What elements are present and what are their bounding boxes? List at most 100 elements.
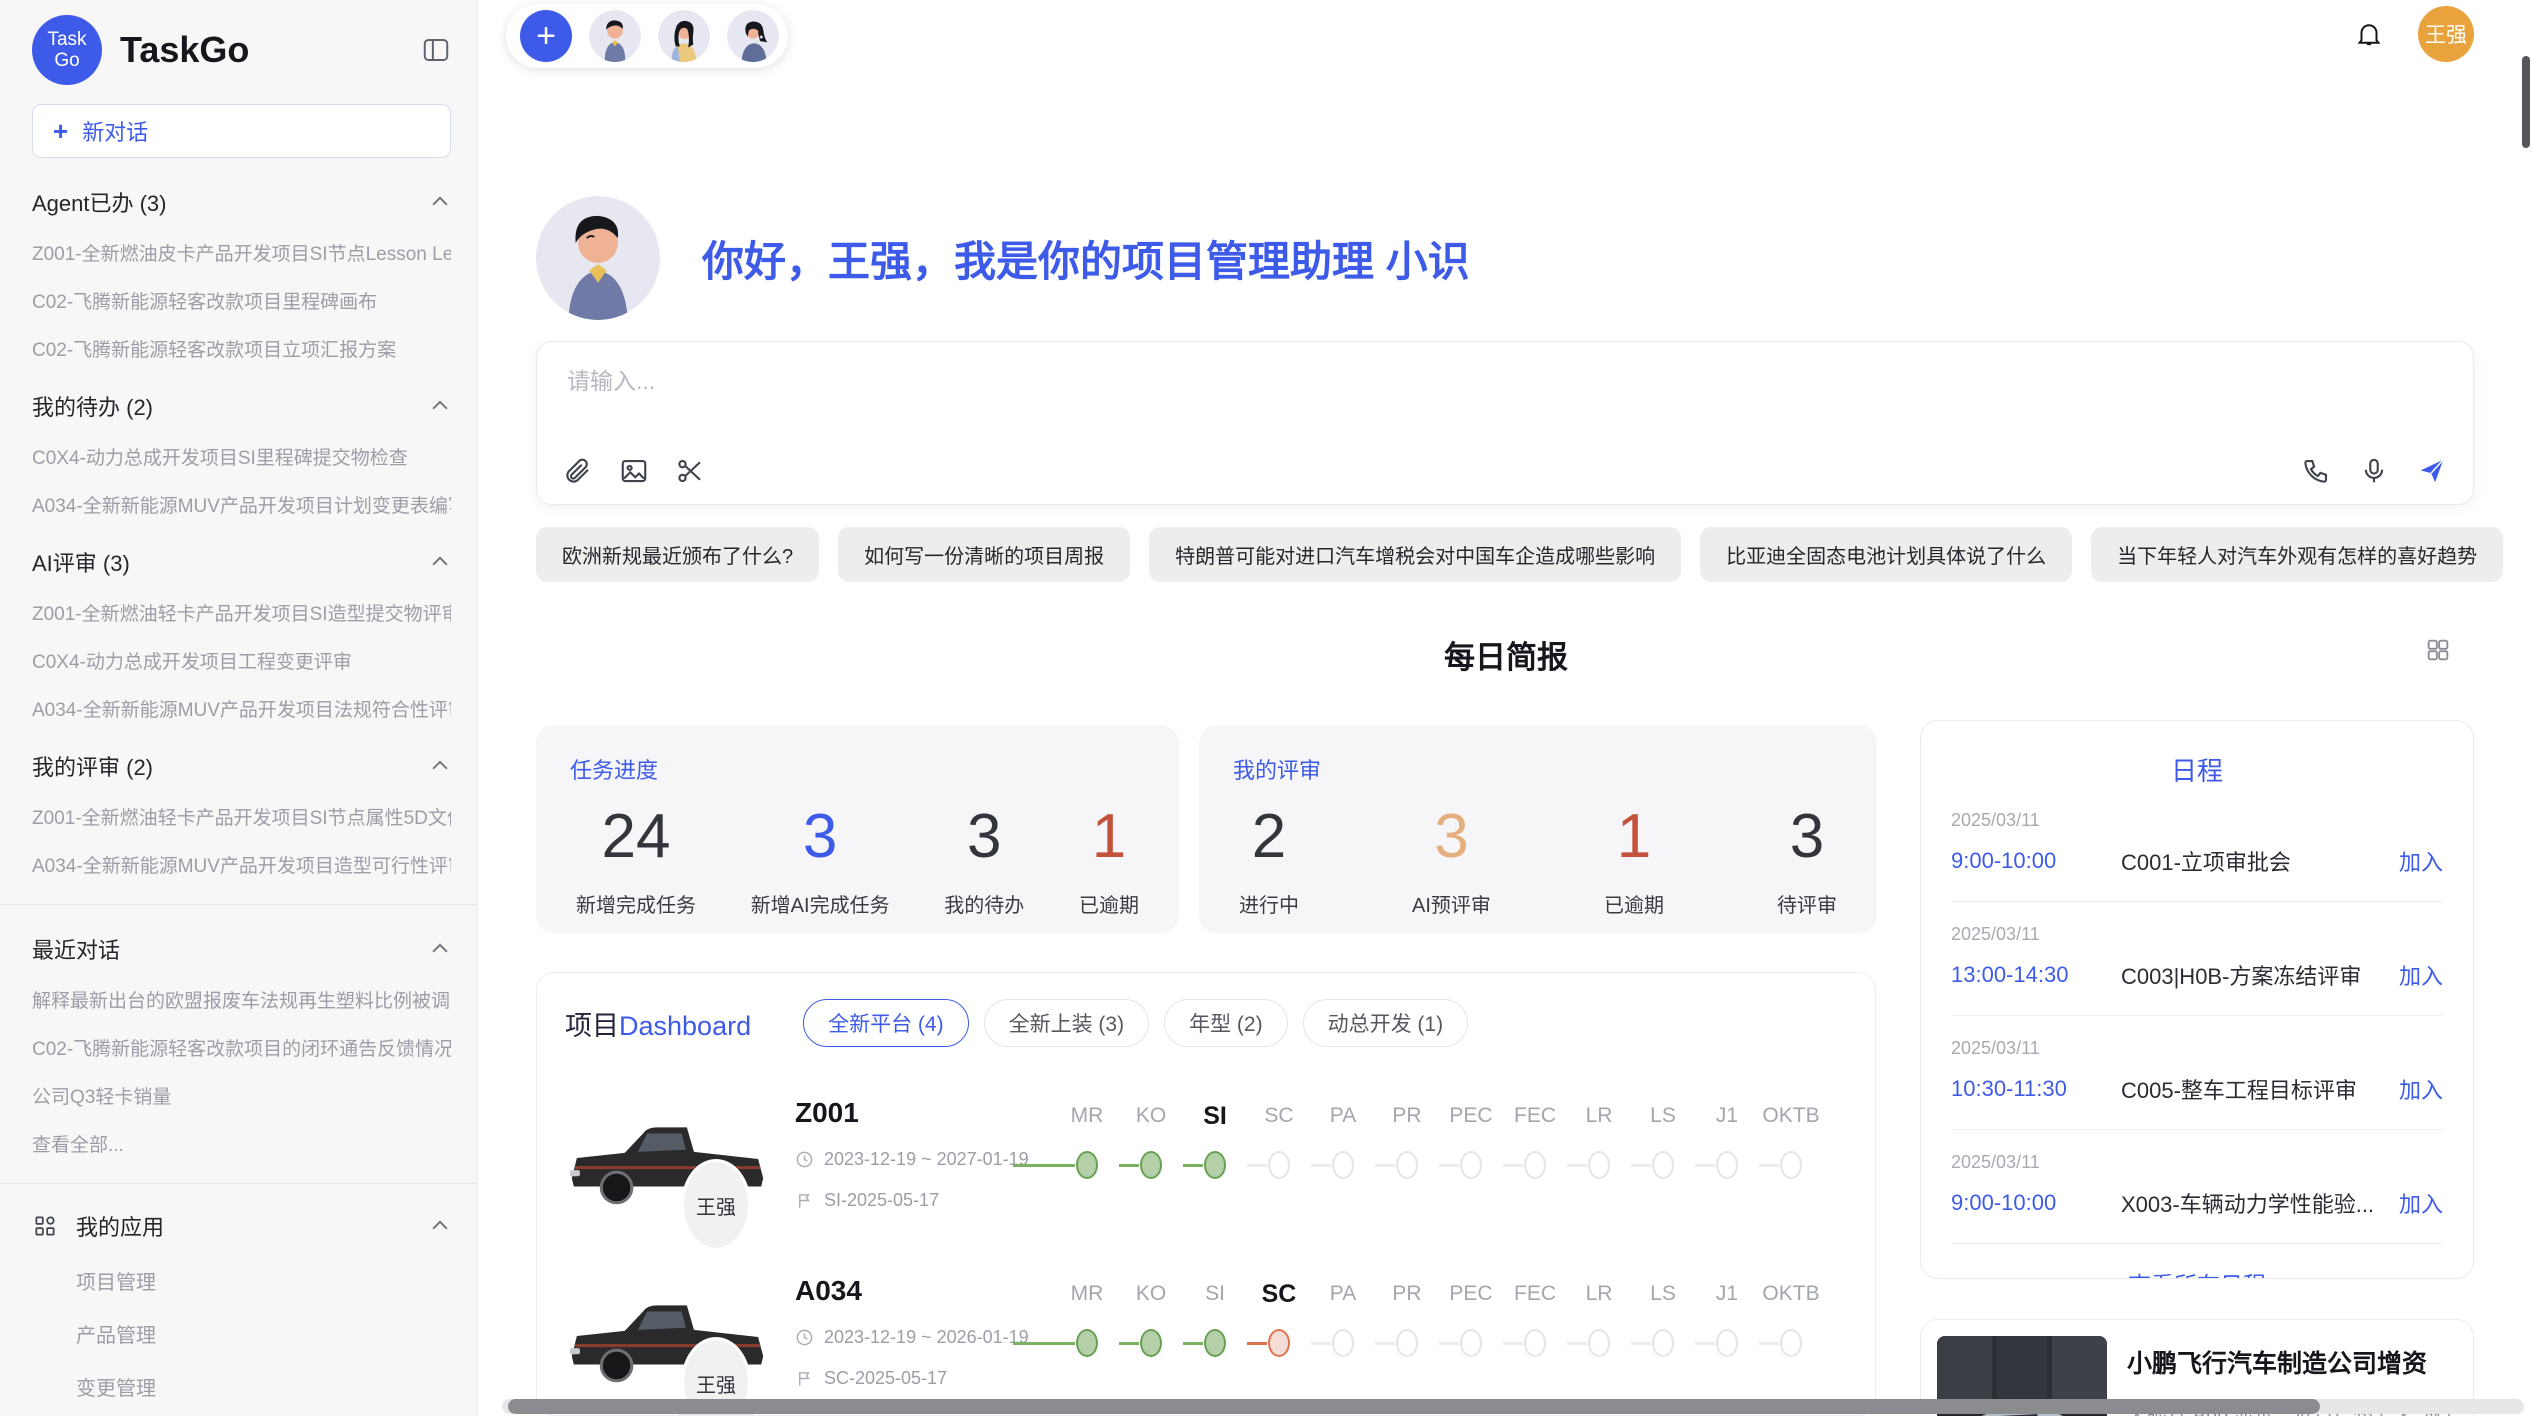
- milestone-dot: [1332, 1151, 1354, 1179]
- notification-bell-icon[interactable]: [2354, 19, 2384, 49]
- sidebar-item[interactable]: Z001-全新燃油皮卡产品开发项目SI节点Lesson Learn报告: [32, 239, 451, 266]
- chat-input[interactable]: [567, 368, 2443, 395]
- schedule-name: C003|H0B-方案冻结评审: [2121, 959, 2389, 991]
- horizontal-scrollbar-thumb[interactable]: [508, 1399, 2320, 1414]
- stat-label: 新增AI完成任务: [751, 889, 890, 918]
- sidebar-item[interactable]: A034-全新新能源MUV产品开发项目计划变更表编写: [32, 491, 451, 518]
- sidebar-item[interactable]: C02-飞腾新能源轻客改款项目的闭环通告反馈情况: [32, 1034, 451, 1061]
- microphone-icon[interactable]: [2359, 456, 2389, 486]
- sidebar-item[interactable]: Z001-全新燃油轻卡产品开发项目SI造型提交物评审: [32, 599, 451, 626]
- suggestion-chip[interactable]: 比亚迪全固态电池计划具体说了什么: [1700, 527, 2072, 582]
- sidebar-item[interactable]: A034-全新新能源MUV产品开发项目造型可行性评审: [32, 851, 451, 878]
- avatar-illustration: [658, 10, 710, 62]
- suggestion-chip[interactable]: 特朗普可能对进口汽车增税会对中国车企造成哪些影响: [1149, 527, 1681, 582]
- milestone-label: KO: [1136, 1277, 1166, 1311]
- add-session-button[interactable]: +: [520, 10, 572, 62]
- layout-grid-icon[interactable]: [2424, 636, 2452, 664]
- view-all-schedule-link[interactable]: 查看所有日程: [1951, 1244, 2443, 1279]
- project-owner-badge: 王强: [681, 1159, 751, 1251]
- composer-left-icons: [563, 456, 705, 486]
- suggestion-chip[interactable]: 欧洲新规最近颁布了什么?: [536, 527, 819, 582]
- project-dates-text: 2023-12-19 ~ 2027-01-19: [824, 1149, 1029, 1170]
- avatar-agent-1[interactable]: [589, 10, 641, 62]
- horizontal-scrollbar-track[interactable]: [502, 1399, 2524, 1414]
- project-row-z001[interactable]: 王强 Z001 2023-12-19 ~ 2027-01-19 SI-2025-…: [565, 1093, 1847, 1253]
- project-row-a034[interactable]: 王强 A034 2023-12-19 ~ 2026-01-19 SC-2025-…: [565, 1271, 1847, 1416]
- avatar-agent-3[interactable]: [727, 10, 779, 62]
- milestone-dot: [1076, 1151, 1098, 1179]
- sidebar-app-item[interactable]: 项目管理: [76, 1266, 451, 1295]
- sidebar-item[interactable]: 公司Q3轻卡销量: [32, 1082, 451, 1109]
- milestone-dot: [1652, 1151, 1674, 1179]
- milestone-label: PEC: [1449, 1099, 1492, 1133]
- tab-new-body[interactable]: 全新上装 (3): [984, 999, 1150, 1047]
- sidebar-item-view-all[interactable]: 查看全部...: [32, 1130, 451, 1157]
- user-avatar[interactable]: 王强: [2418, 6, 2474, 62]
- milestone: OKTB: [1759, 1099, 1823, 1253]
- tab-year-model[interactable]: 年型 (2): [1164, 999, 1288, 1047]
- stat: 1 已逾期: [1079, 795, 1139, 918]
- stat: 24 新增完成任务: [576, 795, 696, 918]
- join-button[interactable]: 加入: [2399, 845, 2443, 877]
- image-icon[interactable]: [619, 456, 649, 486]
- section-title: 最近对话: [32, 933, 120, 965]
- milestone-label: OKTB: [1762, 1277, 1819, 1311]
- sidebar-item[interactable]: 解释最新出台的欧盟报废车法规再生塑料比例被调至15%...: [32, 986, 451, 1013]
- project-flag: SC-2025-05-17: [795, 1368, 1051, 1389]
- stat: 3 待评审: [1777, 795, 1837, 918]
- schedule-time: 9:00-10:00: [1951, 1190, 2121, 1216]
- sidebar-item[interactable]: A034-全新新能源MUV产品开发项目法规符合性评审: [32, 695, 451, 722]
- app-root: Task Go TaskGo + 新对话 Agent已办 (3) Z001-全新…: [0, 0, 2532, 1416]
- sidebar-item[interactable]: Z001-全新燃油轻卡产品开发项目SI节点属性5D文件评审: [32, 803, 451, 830]
- tab-powertrain[interactable]: 动总开发 (1): [1303, 999, 1469, 1047]
- sidebar-app-item[interactable]: 产品管理: [76, 1319, 451, 1348]
- milestone-line: [1631, 1342, 1651, 1345]
- stat-label: 进行中: [1239, 889, 1299, 918]
- stat-value: 24: [576, 795, 696, 879]
- milestone-dot: [1396, 1151, 1418, 1179]
- join-button[interactable]: 加入: [2399, 1073, 2443, 1105]
- milestone-label: LR: [1586, 1099, 1613, 1133]
- sidebar-item[interactable]: C02-飞腾新能源轻客改款项目里程碑画布: [32, 287, 451, 314]
- section-header[interactable]: Agent已办 (3): [32, 186, 451, 218]
- stat-label: 我的待办: [944, 889, 1024, 918]
- suggestion-chip[interactable]: 当下年轻人对汽车外观有怎样的喜好趋势: [2091, 527, 2503, 582]
- section-header[interactable]: AI评审 (3): [32, 546, 451, 578]
- avatar-illustration: [589, 10, 641, 62]
- schedule-row: 13:00-14:30 C003|H0B-方案冻结评审 加入: [1951, 959, 2443, 991]
- vertical-scrollbar-thumb[interactable]: [2522, 56, 2530, 148]
- milestone-label: LS: [1650, 1277, 1676, 1311]
- sidebar-item[interactable]: C02-飞腾新能源轻客改款项目立项汇报方案: [32, 335, 451, 362]
- new-chat-button[interactable]: + 新对话: [32, 104, 451, 158]
- sidebar-collapse-icon[interactable]: [421, 35, 451, 65]
- task-progress-card: 任务进度 24 新增完成任务 3 新增AI完成任务 3 我的待办: [536, 725, 1179, 933]
- avatar-agent-2[interactable]: [658, 10, 710, 62]
- attachment-icon[interactable]: [563, 456, 593, 486]
- milestone-line: [1013, 1164, 1075, 1167]
- join-button[interactable]: 加入: [2399, 959, 2443, 991]
- milestone-dot: [1460, 1329, 1482, 1357]
- milestone-label: SC: [1264, 1099, 1293, 1133]
- app-logo: Task Go: [32, 15, 102, 85]
- milestone-label: SC: [1262, 1277, 1297, 1311]
- logo-line2: Go: [54, 50, 79, 71]
- section-header[interactable]: 我的待办 (2): [32, 390, 451, 422]
- send-icon[interactable]: [2417, 456, 2447, 486]
- section-header[interactable]: 最近对话: [32, 933, 451, 965]
- sidebar-item[interactable]: C0X4-动力总成开发项目SI里程碑提交物检查: [32, 443, 451, 470]
- sidebar-item-my-apps[interactable]: 我的应用: [32, 1210, 451, 1242]
- milestone: FEC: [1503, 1277, 1567, 1416]
- sidebar-app-item[interactable]: 变更管理: [76, 1372, 451, 1401]
- suggestion-chip[interactable]: 如何写一份清晰的项目周报: [838, 527, 1130, 582]
- schedule-title: 日程: [1951, 751, 2443, 788]
- plus-icon: +: [53, 116, 68, 147]
- scissors-icon[interactable]: [675, 456, 705, 486]
- join-button[interactable]: 加入: [2399, 1187, 2443, 1219]
- main-area: + 王强 你好，王强，我是你的项目管理助理 小识: [478, 0, 2532, 1416]
- tab-all-new-platform[interactable]: 全新平台 (4): [803, 999, 969, 1047]
- section-header[interactable]: 我的评审 (2): [32, 750, 451, 782]
- sidebar-item[interactable]: C0X4-动力总成开发项目工程变更评审: [32, 647, 451, 674]
- phone-icon[interactable]: [2301, 456, 2331, 486]
- milestone: LS: [1631, 1277, 1695, 1416]
- milestone: SI: [1183, 1277, 1247, 1416]
